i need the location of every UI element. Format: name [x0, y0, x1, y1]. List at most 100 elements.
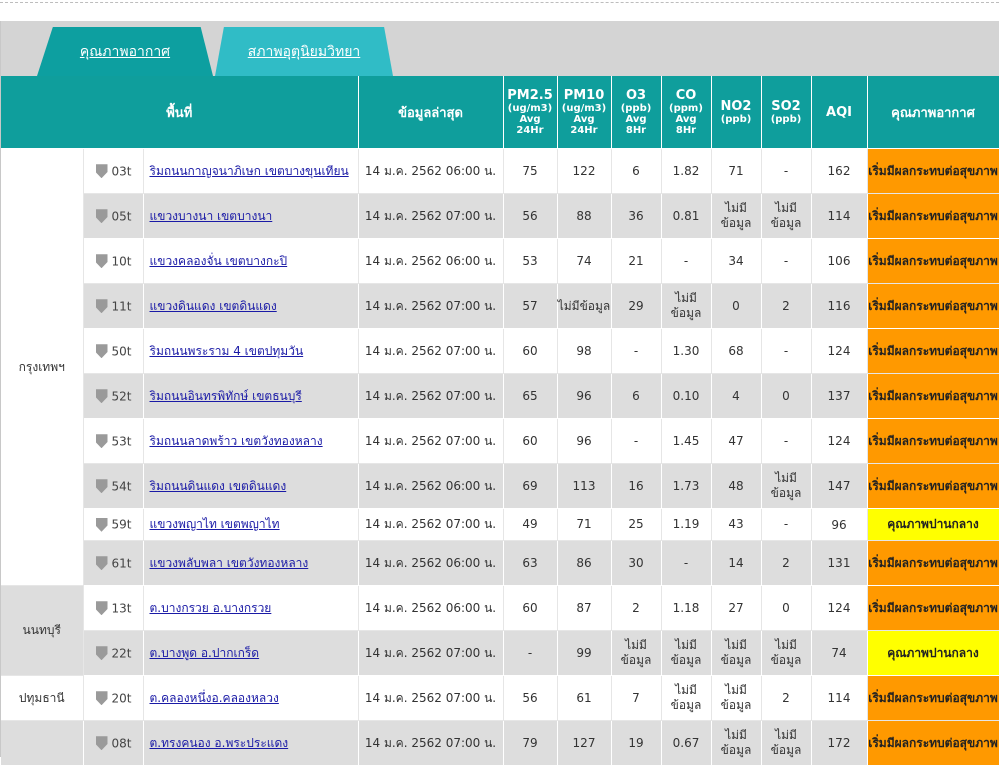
station-id-cell: 20t — [83, 675, 144, 721]
pm25-value: 49 — [503, 508, 558, 541]
station-id-cell: 13t — [83, 585, 144, 631]
aqi-value: 124 — [811, 585, 868, 631]
quality-status-badge: เริ่มมีผลกระทบต่อสุขภาพ — [867, 585, 999, 631]
station-id-cell: 03t — [83, 148, 144, 194]
table-row: 61t แขวงพลับพลา เขตวังทองหลาง 14 ม.ค. 2562… — [1, 540, 999, 586]
no2-value: 27 — [711, 585, 762, 631]
quality-status-badge: เริ่มมีผลกระทบต่อสุขภาพ — [867, 373, 999, 419]
table-row: 08t ต.ทรงคนอง อ.พระประแดง 14 ม.ค. 2562 07:… — [1, 720, 999, 766]
station-link[interactable]: ริมถนนอินทรพิทักษ์ เขตธนบุรี — [150, 389, 302, 403]
station-id: 20t — [111, 691, 132, 706]
no2-value: ไม่มีข้อมูล — [711, 193, 762, 239]
shield-icon — [95, 389, 108, 404]
header-latest: ข้อมูลล่าสุด — [358, 76, 504, 149]
header-aqi: AQI — [811, 76, 868, 149]
no2-value: ไม่มีข้อมูล — [711, 720, 762, 766]
header-pm25: PM2.5 (ug/m3) Avg 24Hr — [503, 76, 558, 149]
station-link[interactable]: แขวงดินแดง เขตดินแดง — [150, 299, 277, 313]
station-id: 05t — [111, 209, 132, 224]
station-id-cell: 11t — [83, 283, 144, 329]
no2-value: 68 — [711, 328, 762, 374]
table-row: 54t ริมถนนดินแดง เขตดินแดง 14 ม.ค. 2562 06… — [1, 463, 999, 509]
province-cell — [1, 720, 84, 766]
station-link[interactable]: ริมถนนพระราม 4 เขตปทุมวัน — [150, 344, 304, 358]
so2-value: - — [761, 238, 812, 284]
station-id-cell: 54t — [83, 463, 144, 509]
tab-air-quality[interactable]: คุณภาพอากาศ — [37, 27, 213, 76]
aqi-value: 114 — [811, 193, 868, 239]
o3-value: 30 — [611, 540, 662, 586]
o3-value: 2 — [611, 585, 662, 631]
station-name-cell: แขวงคลองจั่น เขตบางกะปิ — [143, 238, 359, 284]
station-id: 54t — [111, 479, 132, 494]
station-id-cell: 22t — [83, 630, 144, 676]
co-value: 1.82 — [661, 148, 712, 194]
co-value: 1.18 — [661, 585, 712, 631]
co-value: 1.19 — [661, 508, 712, 541]
o3-value: 36 — [611, 193, 662, 239]
shield-icon — [95, 254, 108, 269]
quality-status-badge: เริ่มมีผลกระทบต่อสุขภาพ — [867, 418, 999, 464]
aqi-value: 74 — [811, 630, 868, 676]
co-value: 0.10 — [661, 373, 712, 419]
table-header-row: พื้นที่ ข้อมูลล่าสุด PM2.5 (ug/m3) Avg 24Hr… — [1, 76, 999, 149]
station-name-cell: ต.บางพูด อ.ปากเกร็ด — [143, 630, 359, 676]
table-row: 52t ริมถนนอินทรพิทักษ์ เขตธนบุรี 14 ม.ค. 2… — [1, 373, 999, 419]
pm25-value: 60 — [503, 328, 558, 374]
station-name-cell: ริมถนนกาญจนาภิเษก เขตบางขุนเทียน — [143, 148, 359, 194]
tab-meteorology[interactable]: สภาพอุตุนิยมวิทยา — [215, 27, 393, 76]
station-name-cell: ต.บางกรวย อ.บางกรวย — [143, 585, 359, 631]
so2-value: - — [761, 418, 812, 464]
table-row: 11t แขวงดินแดง เขตดินแดง 14 ม.ค. 2562 07:0… — [1, 283, 999, 329]
so2-value: 2 — [761, 675, 812, 721]
province-cell: กรุงเทพฯ — [1, 148, 84, 586]
pm10-value: 86 — [557, 540, 612, 586]
header-quality: คุณภาพอากาศ — [867, 76, 999, 149]
station-id: 10t — [111, 254, 132, 269]
pm10-value: 74 — [557, 238, 612, 284]
o3-value: - — [611, 328, 662, 374]
table-row: ปทุมธานี 20t ต.คลองหนึ่งอ.คลองหลวง 14 ม.ค. … — [1, 675, 999, 721]
station-link[interactable]: ต.ทรงคนอง อ.พระประแดง — [150, 736, 289, 750]
pm10-value: 113 — [557, 463, 612, 509]
pm10-value: 99 — [557, 630, 612, 676]
station-link[interactable]: ริมถนนลาดพร้าว เขตวังทองหลาง — [150, 434, 323, 448]
station-link[interactable]: แขวงพญาไท เขตพญาไท — [150, 517, 280, 531]
station-link[interactable]: ต.คลองหนึ่งอ.คลองหลวง — [150, 691, 279, 705]
pm10-value: 127 — [557, 720, 612, 766]
pm25-value: 65 — [503, 373, 558, 419]
station-link[interactable]: ริมถนนดินแดง เขตดินแดง — [150, 479, 287, 493]
station-name-cell: แขวงบางนา เขตบางนา — [143, 193, 359, 239]
station-name-cell: ริมถนนดินแดง เขตดินแดง — [143, 463, 359, 509]
station-link[interactable]: ต.บางพูด อ.ปากเกร็ด — [150, 646, 260, 660]
station-name-cell: แขวงดินแดง เขตดินแดง — [143, 283, 359, 329]
latest-time-cell: 14 ม.ค. 2562 06:00 น. — [358, 540, 504, 586]
co-value: - — [661, 540, 712, 586]
station-link[interactable]: ต.บางกรวย อ.บางกรวย — [150, 601, 272, 615]
o3-value: - — [611, 418, 662, 464]
station-id: 52t — [111, 389, 132, 404]
pm25-value: 60 — [503, 418, 558, 464]
latest-time-cell: 14 ม.ค. 2562 07:00 น. — [358, 373, 504, 419]
co-value: ไม่มีข้อมูล — [661, 630, 712, 676]
shield-icon — [95, 601, 108, 616]
shield-icon — [95, 434, 108, 449]
pm25-value: 63 — [503, 540, 558, 586]
o3-value: 16 — [611, 463, 662, 509]
station-link[interactable]: แขวงคลองจั่น เขตบางกะปิ — [150, 254, 288, 268]
table-row: 22t ต.บางพูด อ.ปากเกร็ด 14 ม.ค. 2562 07:00… — [1, 630, 999, 676]
shield-icon — [95, 736, 108, 751]
station-id-cell: 59t — [83, 508, 144, 541]
station-id: 53t — [111, 434, 132, 449]
so2-value: - — [761, 328, 812, 374]
station-name-cell: ต.ทรงคนอง อ.พระประแดง — [143, 720, 359, 766]
quality-status-badge: เริ่มมีผลกระทบต่อสุขภาพ — [867, 540, 999, 586]
station-link[interactable]: แขวงบางนา เขตบางนา — [150, 209, 273, 223]
so2-value: ไม่มีข้อมูล — [761, 720, 812, 766]
station-link[interactable]: ริมถนนกาญจนาภิเษก เขตบางขุนเทียน — [150, 164, 349, 178]
station-id: 08t — [111, 736, 132, 751]
station-link[interactable]: แขวงพลับพลา เขตวังทองหลาง — [150, 556, 309, 570]
co-value: 1.73 — [661, 463, 712, 509]
pm25-value: 60 — [503, 585, 558, 631]
table-row: 53t ริมถนนลาดพร้าว เขตวังทองหลาง 14 ม.ค. 2… — [1, 418, 999, 464]
